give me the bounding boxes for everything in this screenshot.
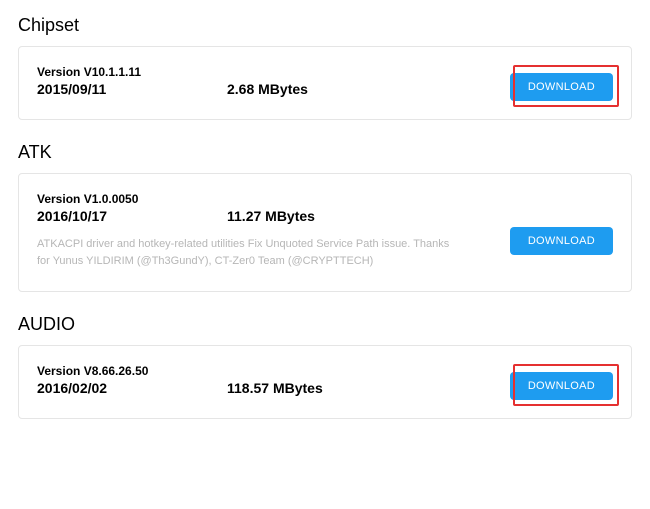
driver-card: Version V8.66.26.50 2016/02/02 118.57 MB…	[18, 345, 632, 419]
description: ATKACPI driver and hotkey-related utilit…	[37, 236, 457, 269]
file-size: 118.57 MBytes	[227, 380, 323, 396]
release-date: 2016/10/17	[37, 208, 227, 224]
section-title: ATK	[18, 142, 632, 163]
release-date: 2016/02/02	[37, 380, 227, 396]
section-title: AUDIO	[18, 314, 632, 335]
driver-card: Version V1.0.0050 2016/10/17 11.27 MByte…	[18, 173, 632, 292]
release-date: 2015/09/11	[37, 81, 227, 97]
driver-section-chipset: Chipset Version V10.1.1.11 2015/09/11 2.…	[18, 15, 632, 120]
download-button[interactable]: DOWNLOAD	[510, 372, 613, 400]
version-label: Version V1.0.0050	[37, 192, 613, 206]
file-size: 11.27 MBytes	[227, 208, 315, 224]
driver-card: Version V10.1.1.11 2015/09/11 2.68 MByte…	[18, 46, 632, 120]
download-button[interactable]: DOWNLOAD	[510, 73, 613, 101]
download-button[interactable]: DOWNLOAD	[510, 227, 613, 255]
meta-row: 2016/10/17 11.27 MBytes	[37, 208, 613, 224]
driver-section-audio: AUDIO Version V8.66.26.50 2016/02/02 118…	[18, 314, 632, 419]
driver-section-atk: ATK Version V1.0.0050 2016/10/17 11.27 M…	[18, 142, 632, 292]
file-size: 2.68 MBytes	[227, 81, 308, 97]
section-title: Chipset	[18, 15, 632, 36]
